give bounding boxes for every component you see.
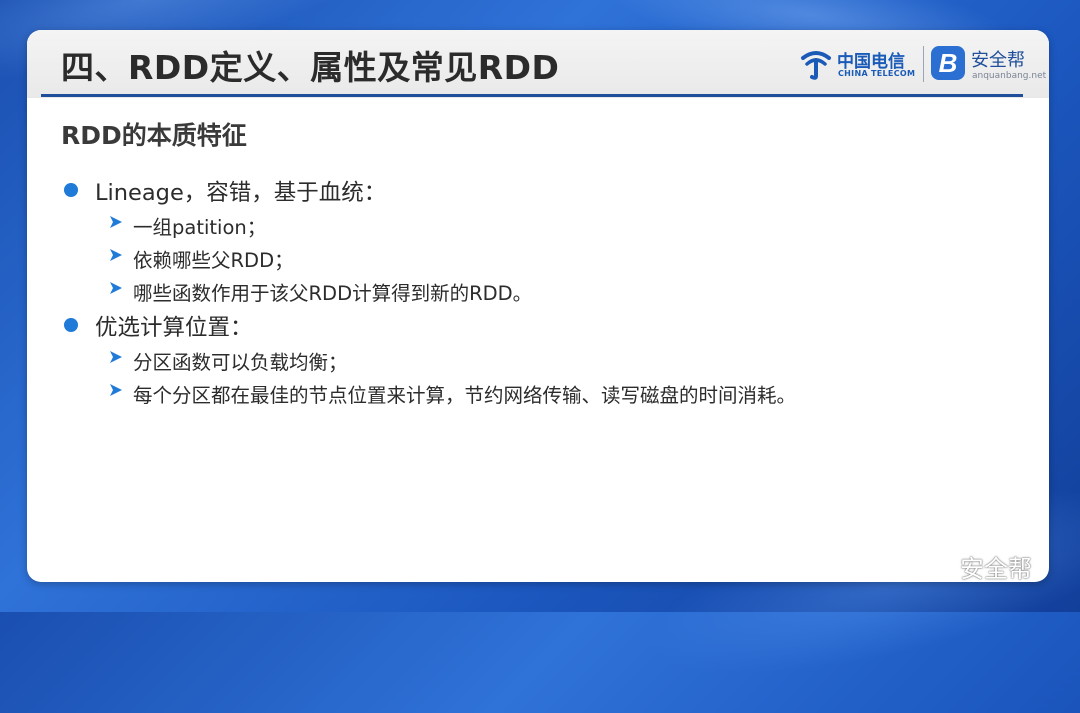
bullet-text: 优选计算位置：	[95, 315, 253, 341]
china-telecom-logo: 中国电信 CHINA TELECOM	[799, 44, 919, 84]
sub-item: 哪些函数作用于该父RDD计算得到新的RDD。	[61, 274, 1021, 307]
arrow-bullet-icon	[110, 249, 122, 261]
bullet-text: Lineage，容错，基于血统：	[95, 180, 387, 206]
sub-item: 每个分区都在最佳的节点位置来计算，节约网络传输、读写磁盘的时间消耗。	[61, 376, 1021, 409]
arrow-bullet-icon	[110, 384, 122, 396]
arrow-bullet-icon	[110, 282, 122, 294]
slide-header: 四、RDD定义、属性及常见RDD 中国电信 CHINA TELECOM B 安全…	[27, 30, 1049, 98]
bullet-dot-icon	[64, 318, 78, 332]
bullet-item: 优选计算位置：	[61, 307, 1021, 343]
slide-card: 四、RDD定义、属性及常见RDD 中国电信 CHINA TELECOM B 安全…	[27, 30, 1049, 582]
anquanbang-logo: B 安全帮 anquanbang.net	[931, 44, 1047, 86]
logo-divider	[923, 46, 924, 82]
watermark-text: 安全帮	[960, 555, 1032, 583]
sub-item-text: 依赖哪些父RDD；	[133, 249, 294, 272]
sub-item-text: 哪些函数作用于该父RDD计算得到新的RDD。	[133, 282, 533, 305]
page-title: 四、RDD定义、属性及常见RDD	[61, 48, 560, 87]
anquanbang-icon: B	[931, 46, 965, 80]
sub-item-text: 分区函数可以负载均衡；	[133, 351, 348, 374]
bullet-item: Lineage，容错，基于血统：	[61, 172, 1021, 208]
bullet-list: Lineage，容错，基于血统： 一组patition； 依赖哪些父RDD； 哪…	[61, 172, 1021, 409]
china-telecom-icon	[801, 51, 831, 80]
sub-item-text: 每个分区都在最佳的节点位置来计算，节约网络传输、读写磁盘的时间消耗。	[133, 384, 797, 407]
anquanbang-cn-label: 安全帮	[971, 50, 1025, 71]
china-telecom-en-label: CHINA TELECOM	[838, 69, 916, 78]
anquanbang-url-label: anquanbang.net	[972, 71, 1047, 81]
sub-item: 一组patition；	[61, 208, 1021, 241]
sub-item: 依赖哪些父RDD；	[61, 241, 1021, 274]
sub-item: 分区函数可以负载均衡；	[61, 343, 1021, 376]
arrow-bullet-icon	[110, 351, 122, 363]
header-divider	[41, 94, 1023, 97]
sub-item-text: 一组patition；	[133, 216, 267, 239]
bullet-dot-icon	[64, 183, 78, 197]
wechat-icon	[921, 553, 953, 577]
arrow-bullet-icon	[110, 216, 122, 228]
section-subtitle: RDD的本质特征	[61, 121, 247, 150]
